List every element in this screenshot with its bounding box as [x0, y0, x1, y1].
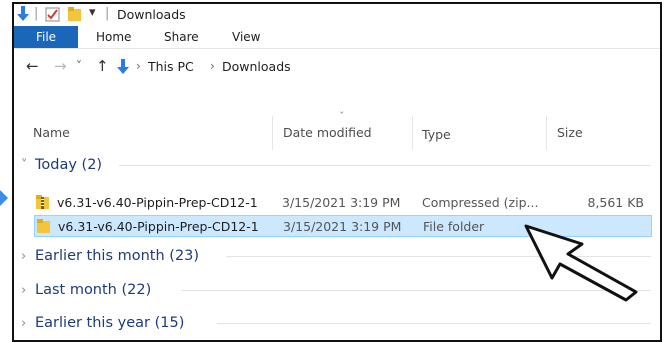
properties-check-icon[interactable] [45, 7, 60, 26]
mouse-pointer-icon [524, 224, 638, 302]
back-button[interactable]: ← [26, 57, 39, 75]
forward-button[interactable]: → [54, 57, 67, 75]
chevron-right-icon: › [21, 248, 27, 264]
crumb-separator: › [210, 59, 215, 73]
column-header-type[interactable]: Type [422, 127, 451, 142]
chevron-down-icon: ˅ [21, 157, 28, 173]
file-type: Compressed (zip... [422, 195, 539, 210]
group-label: Earlier this month (23) [35, 248, 200, 264]
file-date: 3/15/2021 3:19 PM [282, 195, 401, 210]
breadcrumb-this-pc[interactable]: This PC [148, 59, 194, 74]
file-size: 8,561 KB [587, 195, 644, 210]
crumb-separator: › [136, 59, 141, 73]
group-header-earlier-this-year[interactable]: › Earlier this year (15) [21, 315, 651, 331]
tab-view[interactable]: View [232, 26, 260, 48]
group-label: Earlier this year (15) [35, 315, 185, 331]
new-folder-icon[interactable] [68, 7, 82, 26]
group-label: Last month (22) [35, 282, 152, 298]
qat-separator-1: | [34, 6, 39, 21]
qat-dropdown-icon[interactable]: ▾ [89, 5, 96, 20]
breadcrumb-downloads[interactable]: Downloads [222, 59, 291, 74]
chevron-right-icon: › [21, 315, 27, 331]
up-button[interactable]: ↑ [96, 57, 109, 75]
tab-file[interactable]: File [14, 26, 78, 48]
title-bar: | ▾ | Downloads [14, 4, 660, 26]
chevron-right-icon: › [21, 282, 27, 298]
file-name: v6.31-v6.40-Pippin-Prep-CD12-1 [57, 195, 258, 210]
downloads-location-icon [117, 59, 129, 79]
window-title: Downloads [117, 7, 186, 22]
group-header-today[interactable]: ˅ Today (2) [21, 157, 651, 173]
tab-share[interactable]: Share [164, 26, 199, 48]
qat-separator-2: | [105, 6, 110, 21]
down-arrow-blue-icon[interactable] [17, 6, 29, 26]
recent-locations-button[interactable]: ˅ [76, 59, 82, 73]
group-label: Today (2) [35, 157, 103, 173]
column-header-date-modified[interactable]: Date modified [283, 125, 372, 140]
address-bar: ← → ˅ ↑ › This PC › Downloads [14, 49, 660, 85]
sort-indicator-icon: ˇ [339, 110, 345, 123]
list-item[interactable]: v6.31-v6.40-Pippin-Prep-CD12-1 3/15/2021… [34, 192, 652, 214]
tab-home[interactable]: Home [96, 26, 131, 48]
ribbon-tabs: File Home Share View [14, 26, 660, 49]
column-header-name[interactable]: Name [33, 125, 70, 140]
zip-folder-icon [36, 195, 50, 213]
folder-icon [37, 219, 51, 237]
file-date: 3/15/2021 3:19 PM [283, 219, 402, 234]
left-edge-marker [0, 190, 8, 206]
column-header-size[interactable]: Size [557, 125, 583, 140]
explorer-window: | ▾ | Downloads File Home Share View ← →… [12, 2, 662, 342]
file-type: File folder [423, 219, 485, 234]
file-name: v6.31-v6.40-Pippin-Prep-CD12-1 [58, 219, 259, 234]
